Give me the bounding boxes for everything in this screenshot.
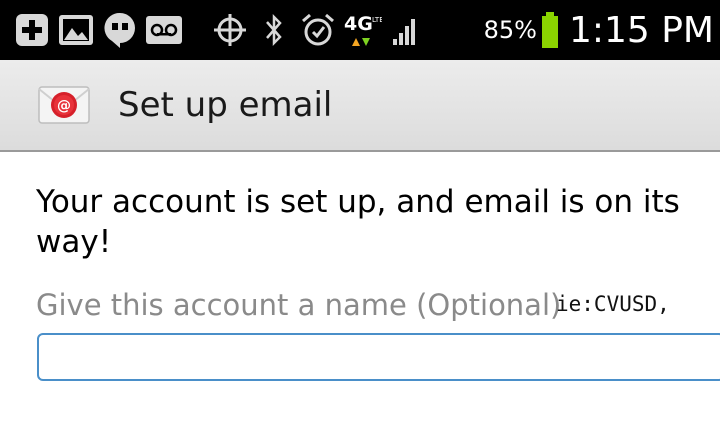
battery-percent: 85% [483, 16, 537, 44]
status-bar: 4G LTE 85% 1:15 PM [0, 0, 720, 60]
voicemail-icon [142, 8, 186, 52]
bluetooth-icon [252, 8, 296, 52]
battery-icon [541, 11, 559, 49]
image-icon [54, 8, 98, 52]
alarm-icon [296, 8, 340, 52]
gps-icon [208, 8, 252, 52]
4g-lte-icon: 4G LTE [340, 8, 384, 52]
notification-icons: 4G LTE [0, 8, 428, 52]
clock: 1:15 PM [568, 9, 714, 51]
plus-icon [10, 8, 54, 52]
setup-complete-message: Your account is set up, and email is on … [36, 184, 680, 260]
account-name-hint: ie:CVUSD, [556, 292, 670, 316]
email-app-icon[interactable]: @ [36, 77, 92, 133]
account-name-label: Give this account a name (Optional) [36, 288, 562, 322]
status-right: 85% 1:15 PM [478, 0, 714, 60]
page-title: Set up email [118, 85, 333, 125]
account-name-input[interactable] [37, 333, 720, 381]
signal-icon [384, 8, 428, 52]
action-bar: @ Set up email [0, 60, 720, 152]
svg-text:LTE: LTE [372, 16, 382, 24]
svg-text:@: @ [57, 98, 71, 114]
hangouts-icon [98, 8, 142, 52]
svg-text:4G: 4G [344, 13, 373, 35]
